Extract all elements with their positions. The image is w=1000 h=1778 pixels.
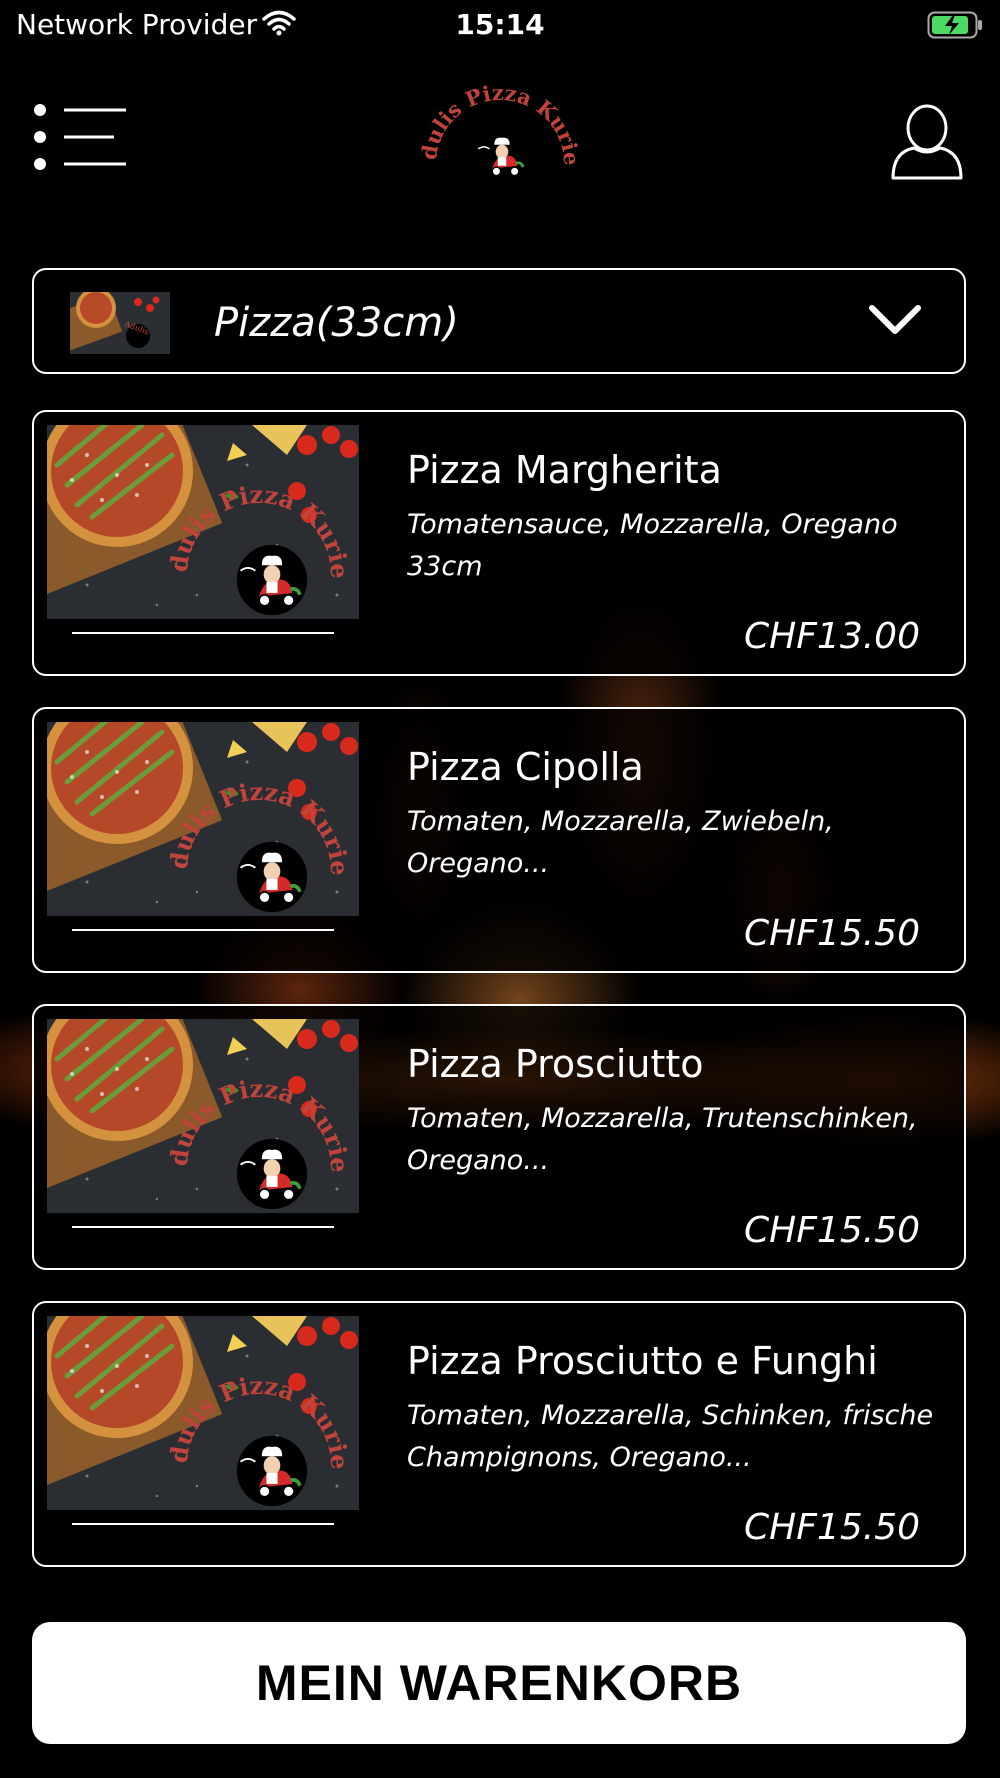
category-selected-label: Pizza(33cm) — [214, 300, 459, 346]
category-dropdown[interactable]: Adulis Pizza(33cm) — [32, 268, 966, 374]
product-price: CHF15.50 — [744, 913, 920, 954]
product-image: Adulis Pizza Kurier — [47, 425, 359, 619]
profile-button[interactable] — [890, 102, 964, 182]
product-card[interactable]: Adulis Pizza Kurier Pizza Prosciutto e F… — [32, 1301, 966, 1567]
image-underline — [72, 1523, 334, 1525]
user-profile-icon — [891, 104, 963, 180]
product-image: Adulis Pizza Kurier — [47, 1316, 359, 1510]
product-card[interactable]: Adulis Pizza Kurier Pizza Cipolla Tomate… — [32, 707, 966, 973]
menu-list-icon — [34, 104, 126, 170]
product-image: Adulis Pizza Kurier — [47, 722, 359, 916]
product-list: Adulis Pizza Kurier Pizza Margherita Tom… — [32, 410, 966, 1598]
clock-time: 15:14 — [455, 8, 545, 41]
product-price: CHF15.50 — [744, 1507, 920, 1548]
product-price: CHF15.50 — [744, 1210, 920, 1251]
status-bar: Network Provider 15:14 — [0, 0, 1000, 50]
product-name: Pizza Cipolla — [407, 745, 644, 789]
category-thumbnail: Adulis — [70, 292, 170, 354]
product-description: Tomaten, Mozzarella, Zwiebeln, Oregano..… — [407, 806, 834, 879]
product-name: Pizza Prosciutto e Funghi — [407, 1339, 878, 1383]
product-price: CHF13.00 — [744, 616, 920, 657]
cart-button-label: MEIN WARENKORB — [255, 1655, 743, 1711]
product-card[interactable]: Adulis Pizza Kurier Pizza Prosciutto Tom… — [32, 1004, 966, 1270]
chevron-down-icon — [868, 304, 922, 340]
product-name: Pizza Margherita — [407, 448, 722, 492]
brand-logo: Adulis Pizza Kurier — [409, 52, 584, 202]
menu-button[interactable] — [34, 104, 126, 170]
product-description: Tomatensauce, Mozzarella, Oregano 33cm — [407, 509, 898, 582]
product-description: Tomaten, Mozzarella, Schinken, frische C… — [407, 1400, 934, 1473]
product-card[interactable]: Adulis Pizza Kurier Pizza Margherita Tom… — [32, 410, 966, 676]
cart-button[interactable]: MEIN WARENKORB — [32, 1622, 966, 1744]
image-underline — [72, 1226, 334, 1228]
battery-charging-icon — [927, 11, 985, 43]
image-underline — [72, 632, 334, 634]
product-name: Pizza Prosciutto — [407, 1042, 704, 1086]
image-underline — [72, 929, 334, 931]
product-description: Tomaten, Mozzarella, Trutenschinken, Ore… — [407, 1103, 918, 1176]
product-image: Adulis Pizza Kurier — [47, 1019, 359, 1213]
